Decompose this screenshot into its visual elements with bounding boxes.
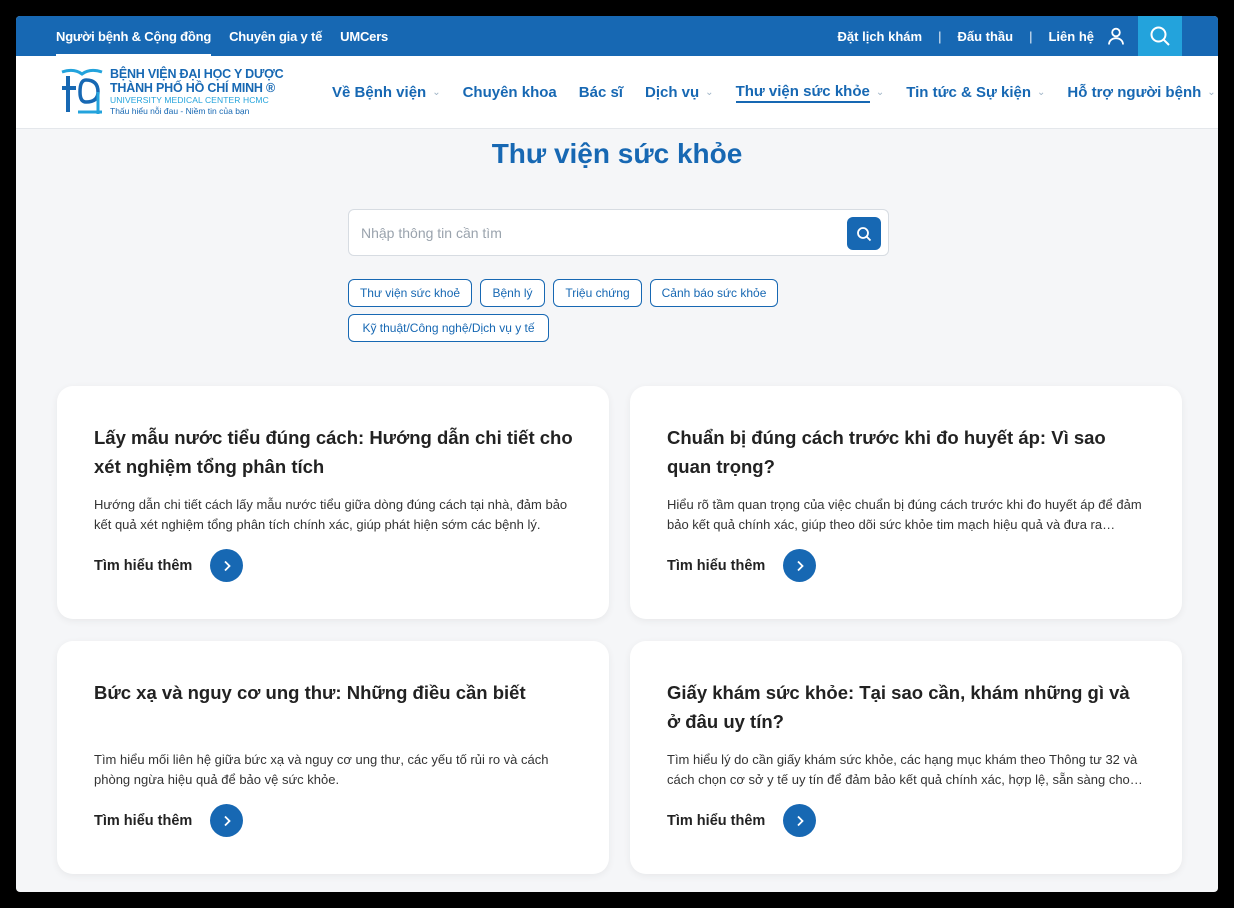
article-title[interactable]: Giấy khám sức khỏe: Tại sao cần, khám nh… <box>667 678 1147 736</box>
search-icon <box>857 226 872 241</box>
chevron-down-icon: ⌄ <box>1037 87 1046 98</box>
main-navbar: BỆNH VIỆN ĐẠI HỌC Y DƯỢC THÀNH PHỐ HỒ CH… <box>16 56 1218 129</box>
read-more-label: Tìm hiểu thêm <box>667 812 766 829</box>
chevron-down-icon: ⌄ <box>1207 87 1216 98</box>
logo-mark-icon <box>58 66 106 118</box>
library-search-input[interactable] <box>361 220 821 246</box>
hospital-logo[interactable]: BỆNH VIỆN ĐẠI HỌC Y DƯỢC THÀNH PHỐ HỒ CH… <box>58 66 288 120</box>
arrow-right-icon[interactable] <box>210 804 244 837</box>
browser-viewport: Người bệnh & Cộng đồng Chuyên gia y tế U… <box>16 16 1218 892</box>
library-search-box <box>348 209 889 256</box>
read-more-label: Tìm hiểu thêm <box>94 557 193 574</box>
tender-link[interactable]: Đấu thầu <box>957 29 1013 44</box>
article-card[interactable]: Chuẩn bị đúng cách trước khi đo huyết áp… <box>630 386 1182 619</box>
read-more-label: Tìm hiểu thêm <box>94 812 193 829</box>
article-description: Hiểu rõ tầm quan trọng của việc chuẩn bị… <box>667 497 1142 532</box>
arrow-right-icon[interactable] <box>783 804 817 837</box>
separator: | <box>1029 28 1033 44</box>
arrow-right-icon[interactable] <box>783 549 817 582</box>
audience-tabs: Người bệnh & Cộng đồng Chuyên gia y tế U… <box>56 16 406 56</box>
tab-patients-community[interactable]: Người bệnh & Cộng đồng <box>56 29 211 56</box>
menu-item-health-library[interactable]: Thư viện sức khỏe ⌄ <box>735 83 885 103</box>
arrow-right-icon[interactable] <box>210 549 244 582</box>
device-frame: Người bệnh & Cộng đồng Chuyên gia y tế U… <box>0 0 1234 908</box>
article-title[interactable]: Bức xạ và nguy cơ ung thư: Những điều cầ… <box>94 678 574 707</box>
chip-health-library[interactable]: Thư viện sức khoẻ <box>348 279 472 307</box>
article-description: Tìm hiểu mối liên hệ giữa bức xạ và nguy… <box>94 752 549 787</box>
page-title: Thư viện sức khỏe <box>491 138 743 169</box>
menu-item-specialties[interactable]: Chuyên khoa <box>463 84 557 101</box>
chevron-down-icon: ⌄ <box>875 87 885 98</box>
menu-item-about[interactable]: Về Bệnh viện ⌄ <box>332 84 441 101</box>
user-icon[interactable] <box>1106 26 1126 46</box>
article-description: Hướng dẫn chi tiết cách lấy mẫu nước tiể… <box>94 497 568 532</box>
chip-medical-technology[interactable]: Kỹ thuật/Công nghệ/Dịch vụ y tế <box>348 314 549 342</box>
library-search-button[interactable] <box>847 217 881 250</box>
logo-text-line1: BỆNH VIỆN ĐẠI HỌC Y DƯỢC <box>110 67 284 81</box>
chip-diseases[interactable]: Bệnh lý <box>480 279 545 307</box>
tab-umcers[interactable]: UMCers <box>340 29 388 44</box>
logo-slogan: Thấu hiểu nỗi đau - Niềm tin của bạn <box>110 106 250 116</box>
chevron-down-icon: ⌄ <box>432 87 441 98</box>
search-icon <box>1150 26 1170 46</box>
menu-item-label: Dịch vụ <box>644 84 700 101</box>
chevron-down-icon: ⌄ <box>705 87 714 98</box>
article-title[interactable]: Lấy mẫu nước tiểu đúng cách: Hướng dẫn c… <box>94 423 574 481</box>
article-title[interactable]: Chuẩn bị đúng cách trước khi đo huyết áp… <box>667 423 1147 481</box>
menu-item-label: Bác sĩ <box>578 84 623 101</box>
read-more-link[interactable]: Tìm hiểu thêm <box>667 549 817 582</box>
article-card[interactable]: Lấy mẫu nước tiểu đúng cách: Hướng dẫn c… <box>57 386 609 619</box>
chip-health-warnings[interactable]: Cảnh báo sức khỏe <box>650 279 778 307</box>
menu-item-label: Chuyên khoa <box>462 84 557 101</box>
top-bar: Người bệnh & Cộng đồng Chuyên gia y tế U… <box>16 16 1218 56</box>
main-menu: Về Bệnh viện ⌄ Chuyên khoa Bác sĩ Dịch v… <box>332 56 1218 129</box>
menu-item-news-events[interactable]: Tin tức & Sự kiện ⌄ <box>906 84 1045 101</box>
chip-symptoms[interactable]: Triệu chứng <box>553 279 642 307</box>
read-more-link[interactable]: Tìm hiểu thêm <box>94 804 244 837</box>
header-search-button[interactable] <box>1138 16 1182 56</box>
menu-item-label: Thư viện sức khỏe <box>735 83 870 103</box>
logo-text-line3: UNIVERSITY MEDICAL CENTER HCMC <box>110 95 269 105</box>
menu-item-doctors[interactable]: Bác sĩ <box>579 84 623 101</box>
separator: | <box>938 28 942 44</box>
article-card[interactable]: Bức xạ và nguy cơ ung thư: Những điều cầ… <box>57 641 609 874</box>
menu-item-label: Hỗ trợ người bệnh <box>1067 84 1202 101</box>
read-more-link[interactable]: Tìm hiểu thêm <box>94 549 244 582</box>
book-appointment-link[interactable]: Đặt lịch khám <box>838 29 923 44</box>
logo-text-line2: THÀNH PHỐ HỒ CHÍ MINH ® <box>110 81 276 95</box>
menu-item-services[interactable]: Dịch vụ ⌄ <box>645 84 714 101</box>
tab-medical-experts[interactable]: Chuyên gia y tế <box>229 29 322 44</box>
menu-item-patient-support[interactable]: Hỗ trợ người bệnh ⌄ <box>1067 84 1215 101</box>
menu-item-label: Về Bệnh viện <box>332 84 427 101</box>
article-description: Tìm hiểu lý do cần giấy khám sức khỏe, c… <box>667 752 1143 787</box>
read-more-label: Tìm hiểu thêm <box>667 557 766 574</box>
utility-links: Đặt lịch khám | Đấu thầu | Liên hệ <box>838 16 1094 56</box>
menu-item-label: Tin tức & Sự kiện <box>906 84 1032 101</box>
article-card[interactable]: Giấy khám sức khỏe: Tại sao cần, khám nh… <box>630 641 1182 874</box>
contact-link[interactable]: Liên hệ <box>1048 29 1094 44</box>
read-more-link[interactable]: Tìm hiểu thêm <box>667 804 817 837</box>
